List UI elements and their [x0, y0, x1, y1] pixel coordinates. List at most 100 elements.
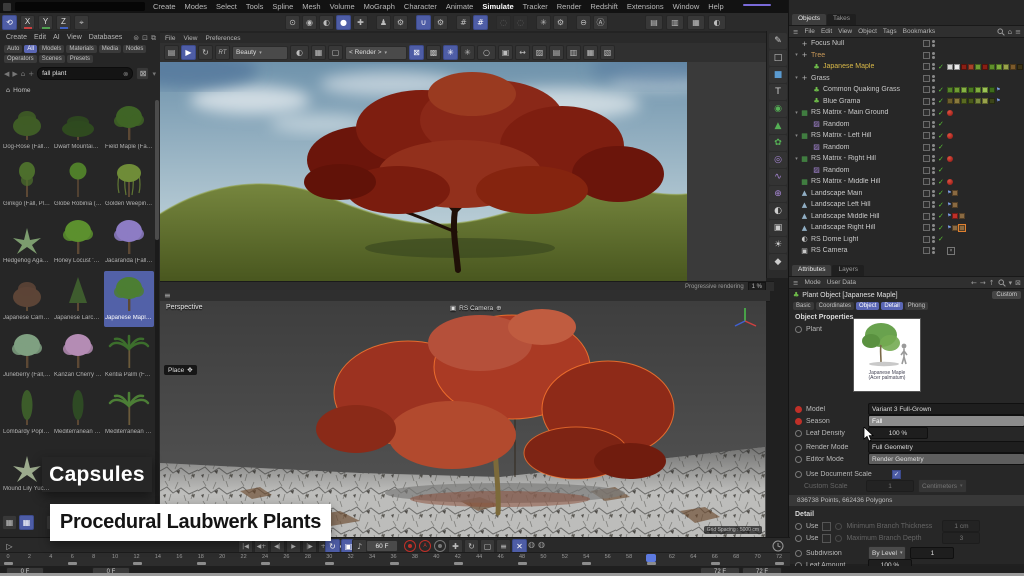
rv-menu-file[interactable]: File: [165, 35, 175, 42]
section-tab-coordinates[interactable]: Coordinates: [816, 302, 854, 310]
visibility-dots[interactable]: [932, 86, 935, 93]
enable-checkbox[interactable]: [923, 178, 930, 185]
material-tag[interactable]: [982, 64, 988, 70]
custom-button[interactable]: Custom: [992, 291, 1021, 299]
enable-checkbox[interactable]: [923, 109, 930, 116]
object-row-common-quaking-grass[interactable]: ♣Common Quaking Grass✓⚑: [789, 84, 1024, 96]
filter-tab-materials[interactable]: Materials: [66, 45, 96, 53]
object-row-rs-matrix-main-ground[interactable]: ▾▦RS Matrix - Main Ground✓: [789, 107, 1024, 119]
deformer-icon[interactable]: ◎: [769, 152, 787, 168]
menu-render[interactable]: Render: [557, 2, 582, 11]
visibility-dots[interactable]: [932, 52, 935, 59]
lock-view-icon[interactable]: ⊠: [409, 45, 424, 60]
quantize-icon[interactable]: ◐: [319, 15, 334, 30]
min-thickness-field[interactable]: 1 cm: [942, 520, 980, 532]
redshift-material-tag[interactable]: [947, 110, 953, 116]
model-dropdown[interactable]: Variant 3 Full-Grown: [868, 403, 1024, 415]
material-tag[interactable]: [952, 213, 958, 219]
om-menu-object[interactable]: Object: [858, 28, 877, 35]
key-circle-a-icon[interactable]: ◍: [528, 540, 535, 549]
material-tag-selected[interactable]: [959, 225, 965, 231]
enable-checkbox[interactable]: [923, 247, 930, 254]
expand-icon[interactable]: ▾: [793, 75, 800, 81]
modeling-settings-icon[interactable]: ●: [336, 15, 351, 30]
filter-tab-models[interactable]: Models: [39, 45, 64, 53]
menu-extensions[interactable]: Extensions: [627, 2, 664, 11]
object-row-rs-matrix-right-hill[interactable]: ▾▦RS Matrix - Right Hill✓: [789, 153, 1024, 165]
om-menu-edit[interactable]: Edit: [821, 28, 832, 35]
protection-tag-icon[interactable]: ×: [947, 247, 955, 255]
snap-enable-icon[interactable]: ⊙: [285, 15, 300, 30]
asset-scrollbar-thumb[interactable]: [155, 100, 159, 240]
tab-attributes[interactable]: Attributes: [792, 265, 831, 276]
material-tag[interactable]: [954, 64, 960, 70]
enable-checkbox[interactable]: [923, 98, 930, 105]
search-icon[interactable]: [998, 279, 1006, 287]
history-back-icon[interactable]: ←: [971, 279, 977, 287]
anim-dot[interactable]: [795, 550, 802, 557]
filter-icon[interactable]: ▾: [1009, 279, 1013, 287]
material-tag[interactable]: [989, 98, 995, 104]
menu-help[interactable]: Help: [708, 2, 723, 11]
section-tab-object[interactable]: Object: [856, 302, 879, 310]
tab-layers[interactable]: Layers: [832, 265, 864, 276]
redshift-material-tag[interactable]: [947, 156, 953, 162]
expand-icon[interactable]: ▾: [793, 156, 800, 162]
dock-icon[interactable]: ⊜: [133, 34, 139, 43]
menu-simulate[interactable]: Simulate: [482, 2, 513, 11]
enable-checkbox[interactable]: [923, 213, 930, 220]
visibility-dots[interactable]: [932, 167, 935, 174]
character-settings-icon[interactable]: ⚙: [393, 15, 408, 30]
spline-pen-icon[interactable]: ✎: [769, 33, 787, 49]
visibility-dots[interactable]: [932, 109, 935, 116]
channel-display-icon[interactable]: ◐: [290, 45, 309, 60]
send-to-pv-icon[interactable]: ▤: [549, 45, 564, 60]
asset-item-hedgehog-agave[interactable]: Hedgehog Agave (Fall...: [2, 214, 52, 270]
keyframe-dot[interactable]: [795, 418, 802, 425]
asset-item-dwarf-mountain-pine[interactable]: Dwarf Mountain Pine (...: [53, 100, 103, 156]
back-icon[interactable]: ◀: [4, 70, 9, 78]
material-tag[interactable]: [1017, 64, 1023, 70]
asset-item-mediterranean-dwarf[interactable]: Mediterranean Dwarf ...: [104, 385, 154, 441]
annotate-tool-icon[interactable]: Ⓐ: [593, 15, 608, 30]
menu-character[interactable]: Character: [404, 2, 437, 11]
leaf-density-field[interactable]: 100 %: [868, 427, 928, 439]
object-row-landscape-left-hill[interactable]: ▲Landscape Left Hill✓⚑: [789, 199, 1024, 211]
expand-icon[interactable]: ⧉: [151, 34, 156, 43]
section-tab-phong[interactable]: Phong: [905, 302, 928, 310]
anim-dot[interactable]: [795, 471, 802, 478]
autokey-region-icon[interactable]: ▦: [19, 515, 34, 530]
field-icon[interactable]: ✿: [769, 135, 787, 151]
ab-menu-databases[interactable]: Databases: [89, 34, 122, 41]
snapshot-a-icon[interactable]: ✳: [443, 45, 458, 60]
material-tag[interactable]: [968, 87, 974, 93]
visibility-dots[interactable]: [932, 190, 935, 197]
search-icon[interactable]: [997, 28, 1005, 36]
open-pv-icon[interactable]: ▦: [583, 45, 598, 60]
pixel-grid-icon[interactable]: ▦: [311, 45, 326, 60]
menu-animate[interactable]: Animate: [446, 2, 474, 11]
clear-search-icon[interactable]: ⊗: [123, 70, 128, 78]
grid-snap-icon[interactable]: #: [456, 15, 471, 30]
object-row-blue-grama[interactable]: ♣Blue Grama✓⚑: [789, 96, 1024, 108]
menu-tracker[interactable]: Tracker: [523, 2, 548, 11]
asset-item-jacaranda[interactable]: Jacaranda (Fall, Plant): [104, 214, 154, 270]
asset-item-juneberry[interactable]: Juneberry (Fall, Plant): [2, 328, 52, 384]
crop-icon[interactable]: ▢: [328, 45, 343, 60]
lock-icon[interactable]: ⊠: [1015, 279, 1021, 287]
enable-checkbox[interactable]: [923, 167, 930, 174]
breadcrumb[interactable]: ⌂ Home: [0, 80, 160, 94]
object-row-rs-matrix-left-hill[interactable]: ▾▦RS Matrix - Left Hill✓: [789, 130, 1024, 142]
phong-tag-icon[interactable]: ⚑: [947, 213, 951, 219]
rv-menu-preferences[interactable]: Preferences: [205, 35, 240, 42]
home-path-icon[interactable]: ⌂: [1008, 28, 1012, 36]
render-to-picture-viewer-icon[interactable]: ▥: [666, 15, 684, 30]
playhead[interactable]: [646, 554, 656, 562]
visibility-dots[interactable]: [932, 247, 935, 254]
undo-icon[interactable]: ⟲: [2, 15, 17, 30]
max-depth-field[interactable]: 3: [942, 532, 980, 544]
panel-menu-icon[interactable]: ≡: [793, 28, 798, 36]
compare-mode-icon[interactable]: ○: [477, 45, 496, 60]
enable-checkbox[interactable]: [923, 155, 930, 162]
enable-checkbox[interactable]: [923, 75, 930, 82]
